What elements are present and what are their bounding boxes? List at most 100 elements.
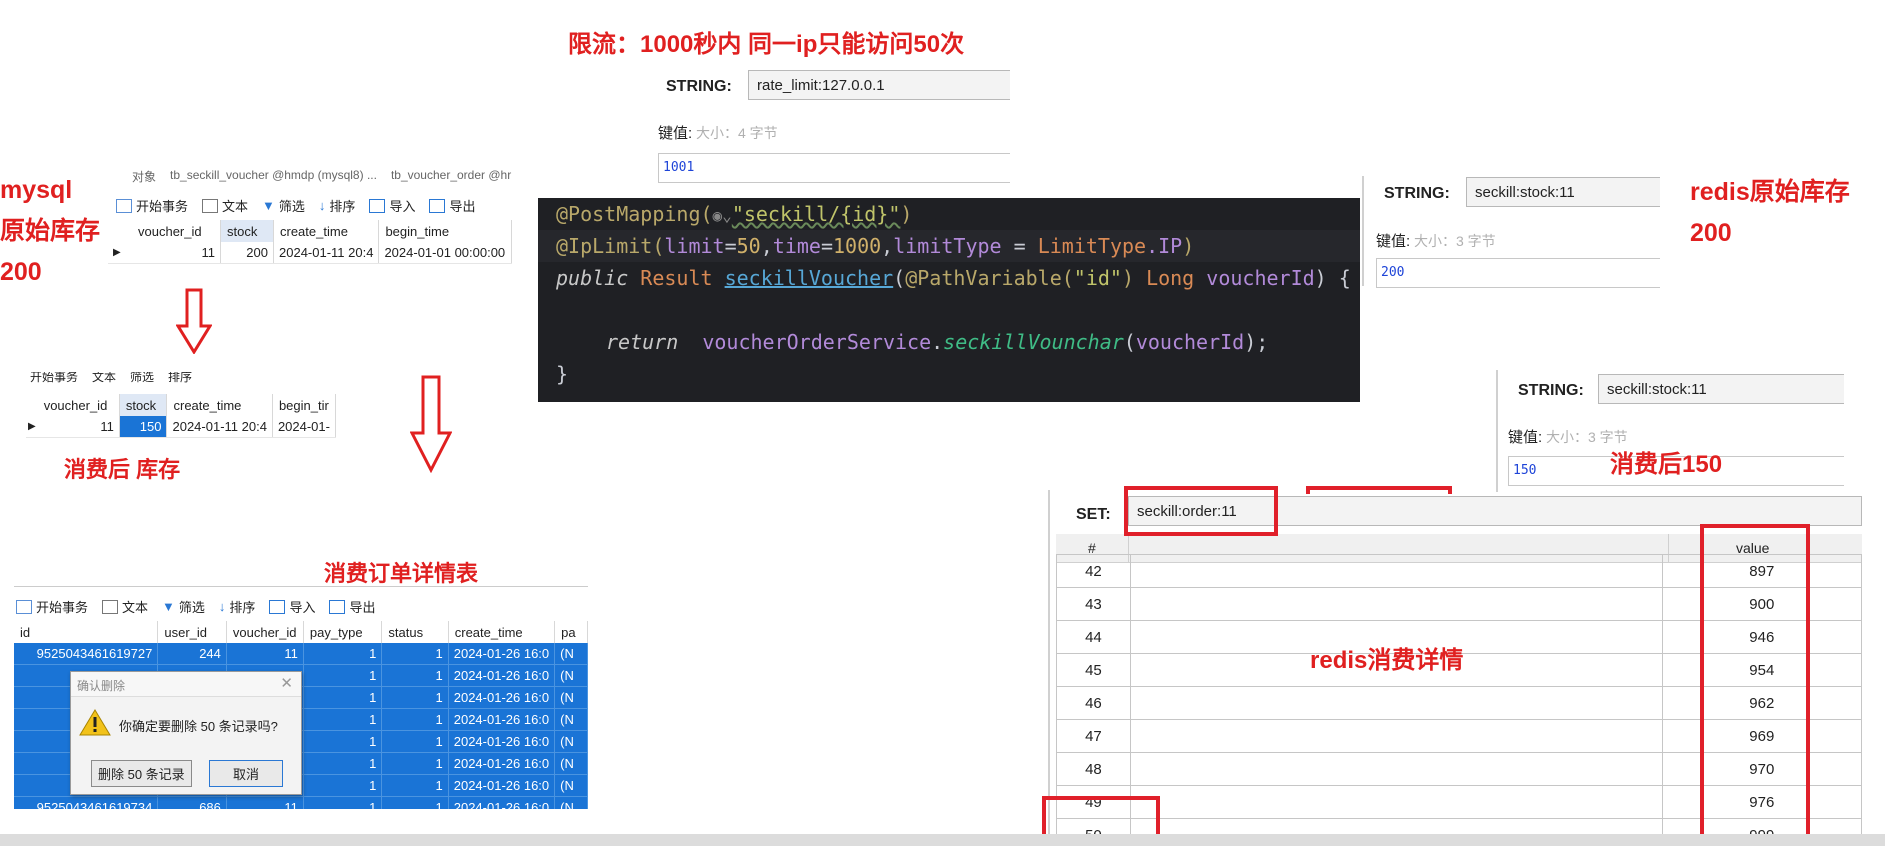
table-cell-selected[interactable]: 150 <box>119 416 168 438</box>
column-header[interactable]: create_time <box>448 621 556 643</box>
table-cell[interactable]: 2024-01-01 00:00:00 <box>378 242 513 264</box>
table-cell[interactable]: 2024-01-26 16:0 <box>448 708 556 731</box>
table-cell[interactable]: (N <box>554 730 588 753</box>
column-header[interactable]: pa <box>554 621 588 643</box>
text-button[interactable]: 文本 <box>102 597 148 616</box>
table-cell[interactable]: 11 <box>37 416 120 438</box>
sort-button[interactable]: ↓ 排序 <box>219 597 256 616</box>
table-cell[interactable]: (N <box>554 708 588 731</box>
table-cell[interactable]: 1 <box>381 774 449 797</box>
table-cell[interactable]: (N <box>554 796 588 809</box>
table-cell[interactable]: 1 <box>381 752 449 775</box>
table-cell[interactable]: 9525043461619727 <box>14 643 159 665</box>
code-token: @PathVariable( <box>905 266 1074 290</box>
table-cell[interactable]: 1 <box>303 686 383 709</box>
begin-transaction-button[interactable]: 开始事务 <box>16 597 88 616</box>
table-row[interactable]: 9525043461619734 686 11 1 1 2024-01-26 16:0 (N <box>14 796 588 809</box>
table-cell[interactable]: (N <box>554 752 588 775</box>
table-cell[interactable]: 2024-01-26 16:0 <box>448 752 556 775</box>
export-button[interactable]: 导出 <box>329 597 375 616</box>
table-cell[interactable]: 2024-01-26 16:0 <box>448 643 556 665</box>
sort-button[interactable]: ↓ 排序 <box>319 196 356 215</box>
sort-button[interactable]: 排序 <box>168 372 192 385</box>
table-row[interactable]: ▶ 11 150 2024-01-11 20:4 2024-01- <box>26 416 336 438</box>
table-cell[interactable]: 1 <box>381 730 449 753</box>
text-button[interactable]: 文本 <box>92 372 116 385</box>
column-header[interactable]: status <box>381 621 449 643</box>
table-cell[interactable]: 2024-01-26 16:0 <box>448 664 556 687</box>
table-cell[interactable]: 200 <box>220 242 274 264</box>
label-line: 原始库存 <box>0 217 101 245</box>
column-header[interactable]: create_time <box>273 220 380 242</box>
tab-voucher-order[interactable]: tb_voucher_order @hr <box>391 168 511 186</box>
table-cell[interactable]: 2024-01-11 20:4 <box>273 242 380 264</box>
table-row[interactable]: 9525043461619727 244 11 1 1 2024-01-26 16:0 (N <box>14 643 588 665</box>
table-cell[interactable]: 2024-01-26 16:0 <box>448 796 556 809</box>
tab-objects[interactable]: 对象 <box>106 168 156 186</box>
column-header[interactable]: begin_tir <box>272 394 336 416</box>
column-header[interactable]: voucher_id <box>132 220 221 242</box>
column-header[interactable]: id <box>14 621 159 643</box>
filter-button[interactable]: ▼ 筛选 <box>262 196 305 215</box>
table-cell[interactable]: 1 <box>303 752 383 775</box>
horizontal-scrollbar[interactable] <box>0 834 1885 846</box>
table-cell[interactable]: 1 <box>303 730 383 753</box>
close-icon[interactable]: ✕ <box>280 674 293 692</box>
table-cell[interactable]: 1 <box>303 796 383 809</box>
redis-key-field[interactable]: seckill:stock:11 <box>1598 374 1844 404</box>
redis-value-hint: 大小：3 字节 <box>1414 233 1496 249</box>
filter-button[interactable]: ▼ 筛选 <box>162 597 205 616</box>
table-cell[interactable]: 1 <box>381 796 449 809</box>
table-row[interactable]: ▶ 11 200 2024-01-11 20:4 2024-01-01 00:0… <box>108 242 513 264</box>
table-cell[interactable]: 1 <box>303 774 383 797</box>
toolbar-label: 导入 <box>389 199 416 214</box>
begin-transaction-button[interactable]: 开始事务 <box>30 372 78 385</box>
table-cell[interactable]: (N <box>554 664 588 687</box>
column-header[interactable]: stock <box>220 220 274 242</box>
column-header[interactable]: create_time <box>166 394 273 416</box>
table-cell[interactable]: 2024-01-11 20:4 <box>166 416 273 438</box>
column-header[interactable]: stock <box>119 394 168 416</box>
table-cell[interactable]: (N <box>554 686 588 709</box>
table-cell[interactable]: 244 <box>157 643 227 665</box>
redis-value-field[interactable]: 200 <box>1376 258 1660 288</box>
table-cell[interactable]: 11 <box>226 796 304 809</box>
filter-button[interactable]: 筛选 <box>130 372 154 385</box>
table-cell[interactable]: (N <box>554 774 588 797</box>
column-header[interactable]: pay_type <box>303 621 383 643</box>
table-cell[interactable]: 2024-01- <box>272 416 336 438</box>
redis-value-field[interactable]: 1001 <box>658 153 1010 183</box>
tab-seckill-voucher[interactable]: tb_seckill_voucher @hmdp (mysql8) ... <box>170 168 377 186</box>
column-header[interactable]: voucher_id <box>37 394 120 416</box>
cancel-button[interactable]: 取消 <box>209 760 283 787</box>
table-cell[interactable]: 1 <box>303 708 383 731</box>
column-header[interactable]: user_id <box>157 621 227 643</box>
table-cell[interactable]: 1 <box>381 708 449 731</box>
table-cell[interactable]: 1 <box>381 643 449 665</box>
table-cell[interactable]: 11 <box>226 643 304 665</box>
highlight-box <box>1124 486 1278 536</box>
table-cell[interactable]: 2024-01-26 16:0 <box>448 774 556 797</box>
import-button[interactable]: 导入 <box>369 196 415 215</box>
export-button[interactable]: 导出 <box>429 196 475 215</box>
delete-records-button[interactable]: 删除 50 条记录 <box>91 760 192 787</box>
table-cell[interactable]: 9525043461619734 <box>14 796 159 809</box>
text-button[interactable]: 文本 <box>202 196 248 215</box>
redis-key-field[interactable]: rate_limit:127.0.0.1 <box>748 70 1010 100</box>
table-cell[interactable]: 686 <box>157 796 227 809</box>
redis-key-field[interactable]: seckill:stock:11 <box>1466 177 1660 207</box>
import-button[interactable]: 导入 <box>269 597 315 616</box>
table-cell[interactable]: 1 <box>303 643 383 665</box>
table-cell[interactable]: 1 <box>381 686 449 709</box>
table-cell[interactable]: 1 <box>303 664 383 687</box>
label-line: mysql <box>0 176 73 204</box>
column-header[interactable]: begin_time <box>378 220 513 242</box>
table-cell[interactable]: 1 <box>381 664 449 687</box>
table-cell[interactable]: (N <box>554 643 588 665</box>
label-line: redis原始库存 <box>1690 178 1850 206</box>
table-cell[interactable]: 2024-01-26 16:0 <box>448 730 556 753</box>
table-cell[interactable]: 11 <box>132 242 221 264</box>
begin-transaction-button[interactable]: 开始事务 <box>116 196 188 215</box>
column-header[interactable]: voucher_id <box>226 621 304 643</box>
table-cell[interactable]: 2024-01-26 16:0 <box>448 686 556 709</box>
